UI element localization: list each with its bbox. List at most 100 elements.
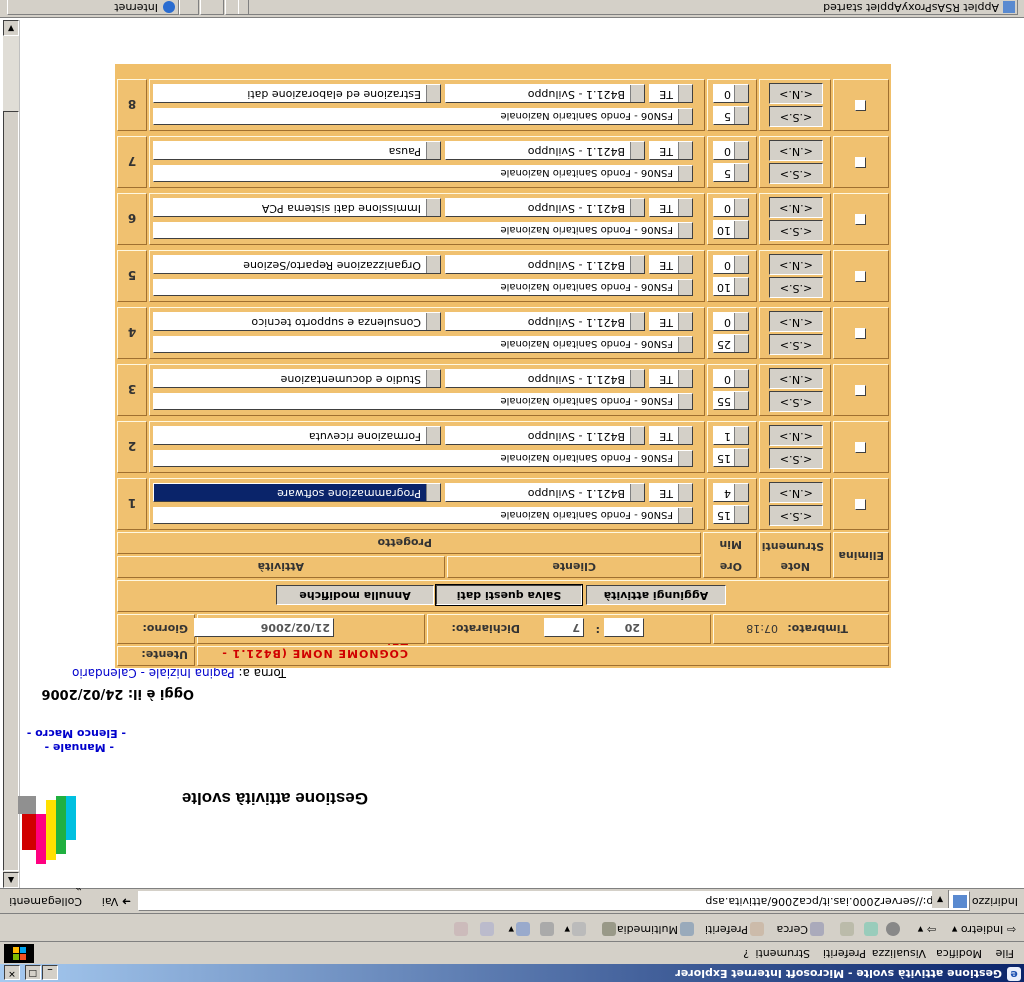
client-select[interactable]: B421.1 - Sviluppo xyxy=(445,198,645,217)
delete-checkbox[interactable] xyxy=(855,214,866,225)
notes-s-button[interactable]: <.S.> xyxy=(769,391,823,412)
client-dropdown-arrow[interactable] xyxy=(630,370,644,387)
project-dropdown-arrow[interactable] xyxy=(678,451,692,466)
client-code-select[interactable]: TE xyxy=(649,84,693,103)
go-button[interactable]: ➜ Vai xyxy=(102,895,131,908)
activity-dropdown-arrow[interactable] xyxy=(426,256,440,273)
minutes-select[interactable]: 5 xyxy=(713,163,749,182)
hours-dropdown-arrow[interactable] xyxy=(734,313,748,330)
delete-checkbox[interactable] xyxy=(855,385,866,396)
client-select[interactable]: B421.1 - Sviluppo xyxy=(445,483,645,502)
project-dropdown-arrow[interactable] xyxy=(678,508,692,523)
minutes-select[interactable]: 10 xyxy=(713,277,749,296)
delete-checkbox[interactable] xyxy=(855,157,866,168)
activity-dropdown-arrow[interactable] xyxy=(426,427,440,444)
project-select[interactable]: FSN06 - Fondo Sanitario Nazionale xyxy=(153,279,693,296)
activity-dropdown-arrow[interactable] xyxy=(426,484,440,501)
minutes-select[interactable]: 55 xyxy=(713,391,749,410)
notes-n-button[interactable]: <.N.> xyxy=(769,482,823,503)
client-code-select[interactable]: TE xyxy=(649,312,693,331)
notes-n-button[interactable]: <.N.> xyxy=(769,197,823,218)
activity-dropdown-arrow[interactable] xyxy=(426,85,440,102)
client-code-select[interactable]: TE xyxy=(649,369,693,388)
stop-button[interactable] xyxy=(884,922,900,936)
address-dropdown[interactable]: ▼ xyxy=(932,890,949,908)
notes-n-button[interactable]: <.N.> xyxy=(769,83,823,104)
activity-select[interactable]: Studio e documentazione xyxy=(153,369,441,388)
notes-s-button[interactable]: <.S.> xyxy=(769,334,823,355)
project-dropdown-arrow[interactable] xyxy=(678,394,692,409)
activity-select[interactable]: Organizzazione Reparto/Sezione xyxy=(153,255,441,274)
project-select[interactable]: FSN06 - Fondo Sanitario Nazionale xyxy=(153,165,693,182)
hours-select[interactable]: 0 xyxy=(713,141,749,160)
cancel-changes-button[interactable]: Annulla modifiche xyxy=(276,585,434,605)
notes-s-button[interactable]: <.S.> xyxy=(769,505,823,526)
activity-dropdown-arrow[interactable] xyxy=(426,370,440,387)
client-code-dropdown-arrow[interactable] xyxy=(678,313,692,330)
project-select[interactable]: FSN06 - Fondo Sanitario Nazionale xyxy=(153,507,693,524)
notes-s-button[interactable]: <.S.> xyxy=(769,220,823,241)
notes-n-button[interactable]: <.N.> xyxy=(769,140,823,161)
minutes-select[interactable]: 15 xyxy=(713,448,749,467)
minutes-select[interactable]: 10 xyxy=(713,220,749,239)
client-select[interactable]: B421.1 - Sviluppo xyxy=(445,255,645,274)
project-select[interactable]: FSN06 - Fondo Sanitario Nazionale xyxy=(153,393,693,410)
delete-checkbox[interactable] xyxy=(855,100,866,111)
project-dropdown-arrow[interactable] xyxy=(678,166,692,181)
minutes-dropdown-arrow[interactable] xyxy=(734,335,748,352)
notes-s-button[interactable]: <.S.> xyxy=(769,163,823,184)
notes-n-button[interactable]: <.N.> xyxy=(769,425,823,446)
scroll-up-arrow[interactable]: ▲ xyxy=(3,872,19,888)
delete-checkbox[interactable] xyxy=(855,328,866,339)
delete-checkbox[interactable] xyxy=(855,499,866,510)
menu-file[interactable]: File xyxy=(996,947,1014,960)
activity-select[interactable]: Immissione dati sistema PCA xyxy=(153,198,441,217)
menu-help[interactable]: ? xyxy=(743,947,749,960)
activity-select[interactable]: Formazione ricevuta xyxy=(153,426,441,445)
activity-select[interactable]: Estrazione ed elaborazione dati xyxy=(153,84,441,103)
delete-checkbox[interactable] xyxy=(855,442,866,453)
project-select[interactable]: FSN06 - Fondo Sanitario Nazionale xyxy=(153,450,693,467)
activity-dropdown-arrow[interactable] xyxy=(426,313,440,330)
hours-dropdown-arrow[interactable] xyxy=(734,484,748,501)
declared-minutes-input[interactable]: 20 xyxy=(604,618,644,637)
minutes-dropdown-arrow[interactable] xyxy=(734,278,748,295)
activity-dropdown-arrow[interactable] xyxy=(426,142,440,159)
hours-dropdown-arrow[interactable] xyxy=(734,199,748,216)
hours-select[interactable]: 0 xyxy=(713,369,749,388)
client-dropdown-arrow[interactable] xyxy=(630,484,644,501)
maximize-button[interactable]: □ xyxy=(25,965,41,980)
project-select[interactable]: FSN06 - Fondo Sanitario Nazionale xyxy=(153,222,693,239)
activity-dropdown-arrow[interactable] xyxy=(426,199,440,216)
minutes-dropdown-arrow[interactable] xyxy=(734,506,748,523)
client-select[interactable]: B421.1 - Sviluppo xyxy=(445,312,645,331)
minimize-button[interactable]: _ xyxy=(42,965,58,980)
client-code-dropdown-arrow[interactable] xyxy=(678,370,692,387)
hours-dropdown-arrow[interactable] xyxy=(734,85,748,102)
macro-list-link[interactable]: - Elenco Macro - xyxy=(27,727,126,740)
client-dropdown-arrow[interactable] xyxy=(630,313,644,330)
notes-n-button[interactable]: <.N.> xyxy=(769,368,823,389)
discuss-button[interactable] xyxy=(478,922,494,936)
hours-dropdown-arrow[interactable] xyxy=(734,256,748,273)
client-select[interactable]: B421.1 - Sviluppo xyxy=(445,141,645,160)
mail-button[interactable]: ▾ xyxy=(564,922,586,936)
project-select[interactable]: FSN06 - Fondo Sanitario Nazionale xyxy=(153,336,693,353)
scroll-down-arrow[interactable]: ▼ xyxy=(3,20,19,36)
delete-checkbox[interactable] xyxy=(855,271,866,282)
minutes-dropdown-arrow[interactable] xyxy=(734,221,748,238)
hours-select[interactable]: 0 xyxy=(713,198,749,217)
client-code-select[interactable]: TE xyxy=(649,426,693,445)
minutes-dropdown-arrow[interactable] xyxy=(734,164,748,181)
client-dropdown-arrow[interactable] xyxy=(630,427,644,444)
back-links[interactable]: Pagina Iniziale - Calendario xyxy=(72,666,235,680)
minutes-dropdown-arrow[interactable] xyxy=(734,392,748,409)
edit-button[interactable]: ▾ xyxy=(508,922,530,936)
history-button[interactable] xyxy=(600,922,616,936)
minutes-select[interactable]: 25 xyxy=(713,334,749,353)
menu-visualizza[interactable]: Visualizza xyxy=(872,947,926,960)
client-select[interactable]: B421.1 - Sviluppo xyxy=(445,369,645,388)
hours-select[interactable]: 0 xyxy=(713,312,749,331)
notes-s-button[interactable]: <.S.> xyxy=(769,106,823,127)
add-activity-button[interactable]: Aggiungi attività xyxy=(586,585,726,605)
